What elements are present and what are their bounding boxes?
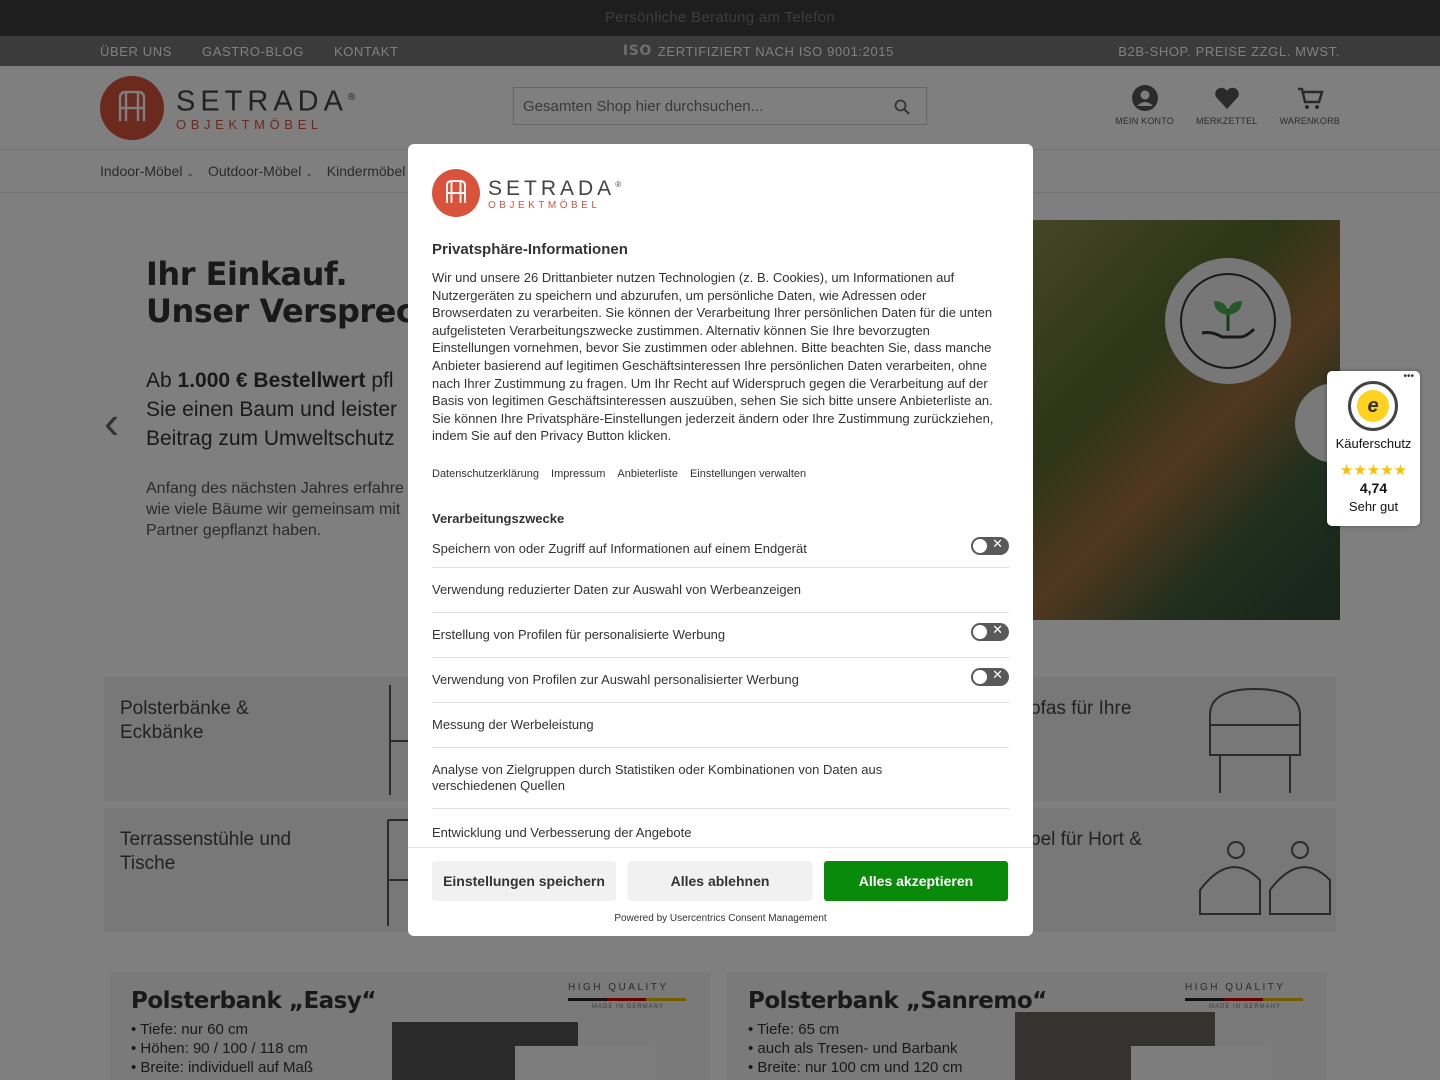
close-icon: ✕ [992, 621, 1003, 637]
purpose-label: Verwendung reduzierter Daten zur Auswahl… [432, 582, 802, 598]
purpose-label: Messung der Werbeleistung [432, 717, 594, 733]
consent-logo-word2: OBJEKTMÖBEL [488, 199, 601, 211]
purpose-row[interactable]: Verwendung von Profilen zur Auswahl pers… [432, 658, 1009, 703]
consent-links: Datenschutzerklärung Impressum Anbieterl… [432, 468, 1009, 480]
consent-description: Wir und unsere 26 Drittanbieter nutzen T… [432, 270, 994, 444]
accept-all-button[interactable]: Alles akzeptieren [824, 861, 1008, 901]
consent-logo-word1: SETRADA [488, 176, 616, 200]
purpose-row[interactable]: Speichern von oder Zugriff auf Informati… [432, 531, 1009, 568]
consent-footer: Einstellungen speichern Alles ablehnen A… [408, 847, 1033, 936]
purpose-label: Entwicklung und Verbesserung der Angebot… [432, 825, 692, 841]
purpose-label: Analyse von Zielgruppen durch Statistike… [432, 761, 883, 793]
close-icon: ✕ [992, 666, 1003, 682]
consent-title: Privatsphäre-Informationen [432, 241, 628, 258]
purpose-row[interactable]: Verwendung reduzierter Daten zur Auswahl… [432, 568, 1009, 613]
link-einstellungen[interactable]: Einstellungen verwalten [690, 468, 806, 480]
purpose-row[interactable]: Erstellung von Profilen für personalisie… [432, 613, 1009, 658]
logo-chair-icon [432, 168, 480, 217]
link-impressum[interactable]: Impressum [551, 468, 605, 480]
save-settings-button[interactable]: Einstellungen speichern [432, 861, 616, 901]
purpose-label: Speichern von oder Zugriff auf Informati… [432, 541, 807, 557]
purpose-toggle[interactable]: ✕ [971, 535, 1009, 555]
trusted-shops-label: Käuferschutz [1335, 436, 1412, 451]
consent-logo-registered: ® [615, 179, 622, 189]
star-rating-icon: ★★★★★ [1339, 462, 1408, 479]
link-datenschutz[interactable]: Datenschutzerklärung [432, 468, 539, 480]
purpose-row[interactable]: Messung der Werbeleistung [432, 703, 1009, 748]
purpose-label: Erstellung von Profilen für personalisie… [432, 627, 726, 643]
more-options-icon[interactable]: ••• [1403, 371, 1414, 382]
purposes-heading: Verarbeitungszwecke [432, 510, 565, 526]
powered-by-link[interactable]: Powered by Usercentrics Consent Manageme… [408, 913, 1033, 924]
purpose-toggle[interactable]: ✕ [971, 666, 1009, 686]
seal-letter: e [1357, 390, 1389, 422]
rating-score: 4,74 [1359, 480, 1388, 496]
reject-all-button[interactable]: Alles ablehnen [628, 861, 812, 901]
link-anbieterliste[interactable]: Anbieterliste [617, 468, 678, 480]
consent-content[interactable]: SETRADA® OBJEKTMÖBEL Privatsphäre-Inform… [408, 144, 1033, 847]
purpose-toggle[interactable]: ✕ [971, 621, 1009, 641]
consent-logo: SETRADA® OBJEKTMÖBEL [432, 168, 1009, 217]
close-icon: ✕ [992, 535, 1003, 551]
trusted-shops-badge[interactable]: ••• e Käuferschutz ★★★★★ 4,74 Sehr gut [1327, 371, 1420, 526]
rating-grade: Sehr gut [1348, 499, 1399, 514]
trusted-shops-seal-icon: e [1348, 381, 1398, 431]
consent-dialog: SETRADA® OBJEKTMÖBEL Privatsphäre-Inform… [408, 144, 1033, 936]
purpose-label: Verwendung von Profilen zur Auswahl pers… [432, 672, 799, 688]
purpose-row[interactable]: Analyse von Zielgruppen durch Statistike… [432, 748, 1009, 809]
purpose-row[interactable]: Entwicklung und Verbesserung der Angebot… [432, 809, 1009, 847]
